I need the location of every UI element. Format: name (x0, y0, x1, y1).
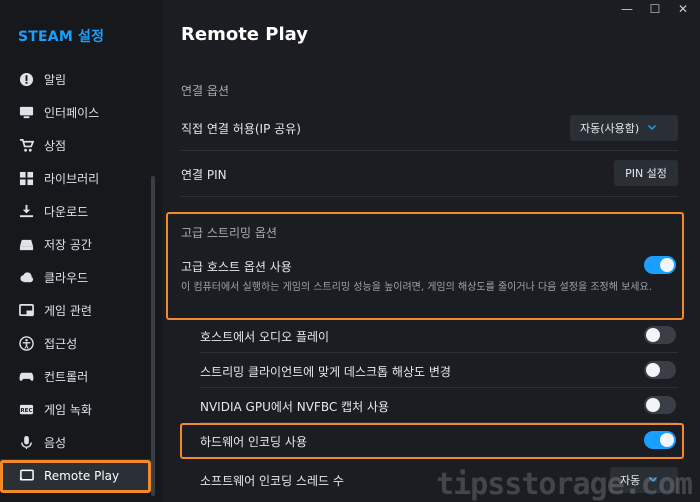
sidebar-item-storage[interactable]: 저장 공간 (0, 228, 150, 261)
maximize-icon[interactable]: ☐ (648, 2, 662, 16)
sidebar-item-controller[interactable]: 컨트롤러 (0, 360, 150, 393)
sidebar-item-label: 알림 (44, 73, 67, 87)
sidebar-item-downloads[interactable]: 다운로드 (0, 195, 150, 228)
advanced-host-toggle[interactable] (644, 256, 676, 274)
game-window-icon (18, 303, 34, 319)
sidebar-item-accessibility[interactable]: 접근성 (0, 327, 150, 360)
connection-pin-label: 연결 PIN (181, 168, 227, 182)
cart-icon (18, 138, 34, 154)
chevron-down-icon (647, 123, 657, 133)
watermark: tipsstorage.com (436, 467, 693, 502)
sidebar-nav: 알림 인터페이스 상점 라이브러리 다운로드 저장 공간 클라우드 게임 관련 (0, 63, 150, 492)
sidebar-item-label: 게임 관련 (44, 304, 92, 318)
host-audio-toggle[interactable] (644, 326, 676, 344)
dropdown-value: 자동(사용함) (580, 122, 640, 135)
divider (200, 422, 678, 423)
hardware-encoding-label: 하드웨어 인코딩 사용 (200, 435, 307, 449)
main-panel: — ☐ ✕ Remote Play 연결 옵션 직접 연결 허용(IP 공유) … (162, 0, 700, 502)
sidebar-item-label: 저장 공간 (44, 238, 92, 252)
divider (200, 352, 678, 353)
window-controls: — ☐ ✕ (620, 2, 690, 16)
toggle-knob (660, 258, 674, 272)
svg-text:REC: REC (20, 408, 32, 414)
sidebar-item-voice[interactable]: 음성 (0, 426, 150, 459)
host-audio-label: 호스트에서 오디오 플레이 (200, 330, 330, 344)
divider (181, 150, 678, 151)
sidebar-item-notifications[interactable]: 알림 (0, 63, 150, 96)
cloud-icon (18, 270, 34, 286)
sidebar-item-label: 다운로드 (44, 205, 89, 219)
grid-icon (18, 171, 34, 187)
brand-title: STEAM 설정 (18, 29, 105, 45)
accessibility-icon (18, 336, 34, 352)
rec-icon: REC (18, 402, 34, 418)
controller-icon (18, 369, 34, 385)
advanced-host-description: 이 컴퓨터에서 실행하는 게임의 스트리밍 성능을 높이려면, 게임의 해상도를… (181, 282, 652, 293)
sidebar-item-label: 인터페이스 (44, 106, 100, 120)
sidebar-item-store[interactable]: 상점 (0, 129, 150, 162)
hardware-encoding-toggle[interactable] (644, 431, 676, 449)
sidebar-item-label: 게임 녹화 (44, 403, 92, 417)
nvfbc-capture-toggle[interactable] (644, 396, 676, 414)
sidebar-item-label: 음성 (44, 436, 67, 450)
download-icon (18, 204, 34, 220)
storage-icon (18, 237, 34, 253)
sidebar-item-label: 클라우드 (44, 271, 89, 285)
sidebar-item-remote-play[interactable]: Remote Play (0, 459, 150, 492)
nvfbc-capture-label: NVIDIA GPU에서 NVFBC 캡처 사용 (200, 400, 390, 414)
sidebar-scrollbar[interactable] (151, 176, 155, 496)
change-resolution-label: 스트리밍 클라이언트에 맞게 데스크톱 해상도 변경 (200, 365, 451, 379)
sidebar-item-label: 상점 (44, 139, 67, 153)
advanced-host-label: 고급 호스트 옵션 사용 (181, 260, 292, 274)
monitor-icon (18, 105, 34, 121)
sidebar-item-label: 접근성 (44, 337, 78, 351)
minimize-icon[interactable]: — (620, 2, 634, 16)
mic-icon (18, 435, 34, 451)
toggle-knob (646, 363, 660, 377)
sidebar-item-label: Remote Play (44, 468, 120, 483)
software-encoding-threads-label: 소프트웨어 인코딩 스레드 수 (200, 474, 344, 488)
sidebar-item-library[interactable]: 라이브러리 (0, 162, 150, 195)
cast-icon (18, 468, 34, 484)
toggle-knob (646, 328, 660, 342)
divider (200, 387, 678, 388)
direct-connection-dropdown[interactable]: 자동(사용함) (570, 115, 678, 141)
set-pin-button[interactable]: PIN 설정 (614, 160, 678, 186)
change-resolution-toggle[interactable] (644, 361, 676, 379)
sidebar: STEAM 설정 알림 인터페이스 상점 라이브러리 다운로드 저장 공간 클라… (0, 0, 162, 502)
sidebar-item-in-game[interactable]: 게임 관련 (0, 294, 150, 327)
advanced-section-label: 고급 스트리밍 옵션 (181, 226, 277, 240)
divider (181, 196, 678, 197)
sidebar-item-cloud[interactable]: 클라우드 (0, 261, 150, 294)
close-icon[interactable]: ✕ (676, 2, 690, 16)
connection-section-label: 연결 옵션 (181, 84, 229, 98)
sidebar-item-label: 컨트롤러 (44, 370, 89, 384)
page-title: Remote Play (181, 24, 308, 45)
sidebar-item-game-recording[interactable]: REC 게임 녹화 (0, 393, 150, 426)
toggle-knob (646, 398, 660, 412)
toggle-knob (660, 433, 674, 447)
alert-icon (18, 72, 34, 88)
direct-connection-label: 직접 연결 허용(IP 공유) (181, 122, 301, 136)
sidebar-item-label: 라이브러리 (44, 172, 100, 186)
sidebar-item-interface[interactable]: 인터페이스 (0, 96, 150, 129)
